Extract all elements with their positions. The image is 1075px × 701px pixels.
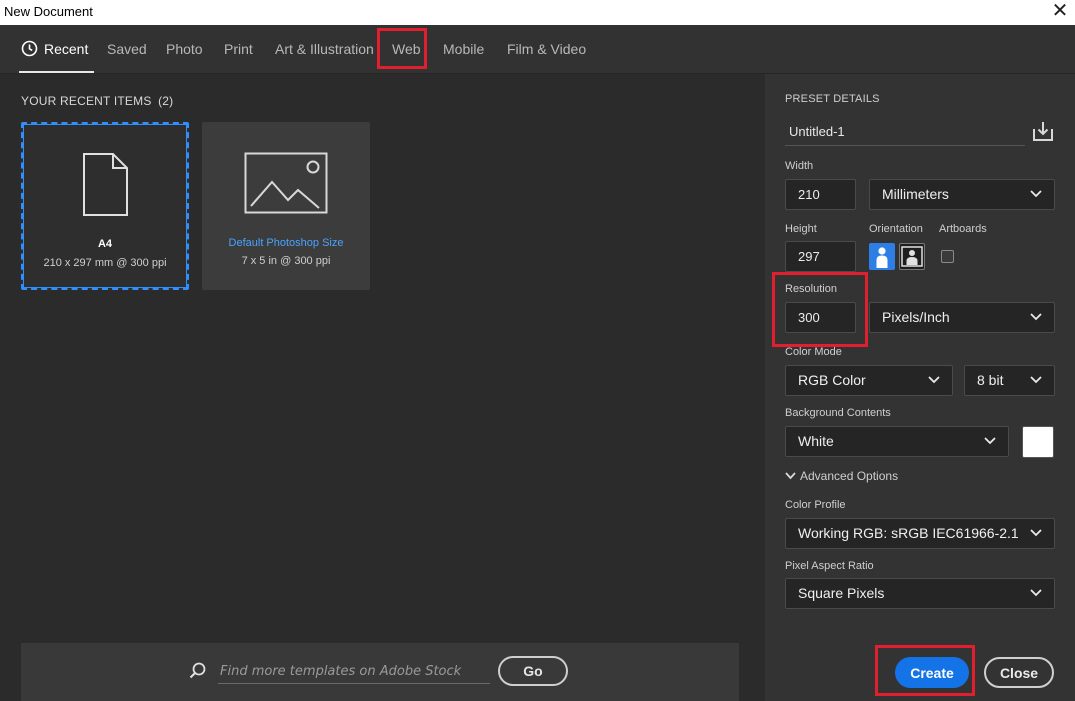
clock-icon [21,40,38,57]
height-input[interactable] [785,241,856,272]
portrait-icon [876,247,888,268]
close-icon[interactable]: ✕ [1051,1,1069,21]
chevron-down-icon [1030,190,1042,198]
tab-label: Recent [44,41,89,57]
recent-item-name: A4 [97,238,113,250]
width-label: Width [785,160,814,172]
preset-details-panel: PRESET DETAILS Width Millimeters Height … [765,74,1075,701]
resolution-input[interactable] [785,302,856,333]
artboards-label: Artboards [939,223,987,235]
resolution-label: Resolution [785,283,837,295]
bit-depth-select[interactable]: 8 bit [964,365,1055,396]
color-mode-value: RGB Color [798,372,866,388]
document-name-input[interactable] [785,118,1025,146]
tab-art-illustration[interactable]: Art & Illustration [275,25,374,73]
width-unit-select[interactable]: Millimeters [869,179,1055,210]
background-color-swatch[interactable] [1022,426,1054,458]
recent-item-default-photoshop-size[interactable]: Default Photoshop Size 7 x 5 in @ 300 pp… [202,122,370,290]
tab-web[interactable]: Web [392,25,421,73]
chevron-down-icon [1030,376,1042,384]
document-icon [83,153,128,216]
recent-item-meta: 210 x 297 mm @ 300 ppi [43,257,167,269]
color-mode-select[interactable]: RGB Color [785,365,953,396]
resolution-unit-select[interactable]: Pixels/Inch [869,302,1055,333]
background-contents-label: Background Contents [785,407,891,419]
recent-item-meta: 7 x 5 in @ 300 ppi [241,255,331,267]
tab-photo[interactable]: Photo [166,25,203,73]
create-button[interactable]: Create [895,657,969,688]
chevron-down-icon [1030,529,1042,537]
advanced-options-label: Advanced Options [800,469,899,483]
window-title: New Document [4,4,93,19]
background-contents-select[interactable]: White [785,426,1009,457]
color-profile-select[interactable]: Working RGB: sRGB IEC61966-2.1 [785,518,1055,549]
chevron-down-icon [1030,589,1042,597]
chevron-down-icon [984,437,996,445]
chevron-down-icon [785,472,796,480]
recent-items-panel: YOUR RECENT ITEMS (2) A4 210 x 297 mm @ … [0,74,764,701]
background-contents-value: White [798,433,834,449]
search-icon [189,662,206,679]
recent-items-title: YOUR RECENT ITEMS [21,94,152,108]
go-button[interactable]: Go [498,656,568,686]
close-button[interactable]: Close [984,657,1054,688]
orientation-label: Orientation [869,223,923,235]
artboards-checkbox[interactable] [941,250,954,263]
width-input[interactable] [785,179,856,210]
tab-mobile[interactable]: Mobile [443,25,484,73]
window-titlebar: New Document ✕ [0,0,1075,25]
tab-print[interactable]: Print [224,25,253,73]
tab-saved[interactable]: Saved [107,25,147,73]
tab-film-video[interactable]: Film & Video [507,25,586,73]
width-unit-value: Millimeters [882,186,949,202]
chevron-down-icon [928,376,940,384]
stock-search-input[interactable] [218,659,490,684]
pixel-aspect-ratio-value: Square Pixels [798,585,885,601]
resolution-unit-value: Pixels/Inch [882,309,950,325]
chevron-down-icon [1030,313,1042,321]
save-preset-icon[interactable] [1032,120,1054,142]
preset-details-title: PRESET DETAILS [785,93,880,105]
category-tabs: Recent Saved Photo Print Art & Illustrat… [0,25,1075,74]
recent-item-a4[interactable]: A4 210 x 297 mm @ 300 ppi [21,122,189,290]
image-icon [244,152,328,214]
bit-depth-value: 8 bit [977,372,1004,388]
color-profile-value: Working RGB: sRGB IEC61966-2.1 [798,525,1019,541]
recent-item-name[interactable]: Default Photoshop Size [202,237,370,249]
tab-recent[interactable]: Recent [18,25,95,73]
landscape-orientation-button[interactable] [899,243,925,270]
recent-items-heading: YOUR RECENT ITEMS (2) [21,94,173,108]
recent-items-count: (2) [158,94,174,108]
pixel-aspect-ratio-select[interactable]: Square Pixels [785,578,1055,609]
landscape-icon [901,246,923,267]
advanced-options-toggle[interactable]: Advanced Options [785,469,898,483]
color-mode-label: Color Mode [785,346,842,358]
stock-search-bar: Go [21,643,739,701]
pixel-aspect-ratio-label: Pixel Aspect Ratio [785,560,874,572]
color-profile-label: Color Profile [785,499,846,511]
height-label: Height [785,223,817,235]
portrait-orientation-button[interactable] [869,243,895,270]
